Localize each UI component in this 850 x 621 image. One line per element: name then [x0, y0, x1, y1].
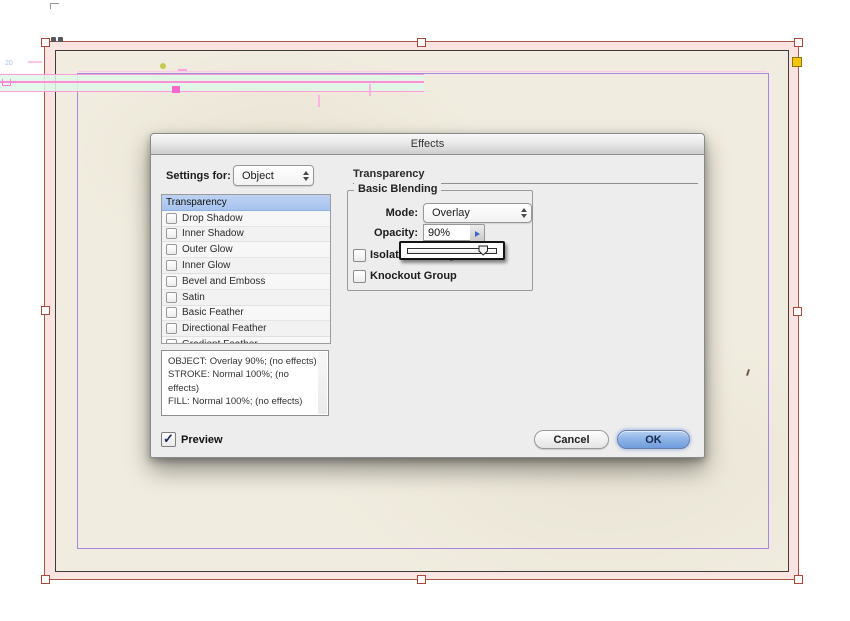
guide-mark: [318, 95, 320, 107]
effects-list-item[interactable]: Gradient Feather: [162, 337, 330, 344]
effect-label: Bevel and Emboss: [182, 276, 265, 287]
effect-label: Transparency: [166, 197, 227, 208]
summary-line: OBJECT: Overlay 90%; (no effects): [168, 355, 322, 368]
effects-list-item[interactable]: Bevel and Emboss: [162, 274, 330, 290]
guide-mark: [160, 63, 166, 69]
effect-label: Inner Shadow: [182, 228, 244, 239]
effect-checkbox[interactable]: [166, 244, 177, 255]
effect-label: Directional Feather: [182, 323, 266, 334]
effect-label: Inner Glow: [182, 260, 230, 271]
handle-bottom-right[interactable]: [794, 575, 803, 584]
effects-list-item[interactable]: Outer Glow: [162, 242, 330, 258]
effect-checkbox[interactable]: [166, 307, 177, 318]
dialog-title: Effects: [411, 138, 444, 150]
guide-line: [0, 81, 424, 83]
effect-label: Basic Feather: [182, 307, 244, 318]
effect-checkbox[interactable]: [166, 260, 177, 271]
arrow-right-icon: [475, 231, 480, 237]
stepper-icon: [521, 208, 527, 218]
effects-list-item[interactable]: Directional Feather: [162, 321, 330, 337]
guide-mark: [172, 86, 180, 93]
ruler-artifact: 20: [5, 60, 13, 67]
effect-checkbox[interactable]: [166, 323, 177, 334]
settings-for-dropdown[interactable]: Object: [233, 165, 314, 186]
guide-line: [0, 74, 424, 75]
effects-list-item[interactable]: Satin: [162, 290, 330, 306]
guide-mark: [2, 79, 11, 86]
effect-checkbox[interactable]: [166, 276, 177, 287]
effect-label: Drop Shadow: [182, 213, 243, 224]
guide-mark: [28, 61, 42, 63]
cancel-button[interactable]: Cancel: [534, 430, 609, 449]
effect-label: Outer Glow: [182, 244, 233, 255]
isolate-blending-checkbox[interactable]: [353, 249, 366, 262]
handle-bottom-center[interactable]: [417, 575, 426, 584]
handle-top-right[interactable]: [794, 38, 803, 47]
basic-blending-legend: Basic Blending: [354, 183, 441, 195]
guide-halo-line: [78, 71, 767, 72]
handle-top-left[interactable]: [41, 38, 50, 47]
handle-middle-right[interactable]: [793, 307, 802, 316]
effects-list-item[interactable]: Inner Shadow: [162, 227, 330, 243]
effects-dialog: Effects Settings for: Object Transparenc…: [150, 133, 705, 458]
effect-label: Satin: [182, 292, 205, 303]
guide-mark: [369, 84, 371, 96]
ok-button[interactable]: OK: [617, 430, 690, 449]
mode-value: Overlay: [432, 207, 470, 219]
effects-list-item[interactable]: Drop Shadow: [162, 211, 330, 227]
settings-for-label: Settings for:: [166, 170, 231, 182]
opacity-slider-popover: [399, 241, 505, 260]
panel-heading: Transparency: [353, 168, 425, 180]
knockout-group-label: Knockout Group: [370, 270, 457, 282]
settings-for-value: Object: [242, 170, 274, 182]
mode-dropdown[interactable]: Overlay: [423, 203, 532, 223]
dialog-titlebar[interactable]: Effects: [151, 134, 704, 155]
knockout-group-checkbox[interactable]: [353, 270, 366, 283]
effect-label: Gradient Feather: [182, 339, 258, 344]
guide-mark: [178, 69, 187, 71]
effect-checkbox[interactable]: [166, 339, 177, 344]
preview-label: Preview: [181, 434, 223, 446]
effects-summary-box: OBJECT: Overlay 90%; (no effects)STROKE:…: [161, 350, 329, 416]
opacity-label: Opacity:: [353, 227, 418, 239]
ruler-corner-mark: [50, 3, 59, 9]
effects-list-item[interactable]: Basic Feather: [162, 306, 330, 322]
opacity-slider-knob[interactable]: [478, 245, 489, 256]
cancel-button-label: Cancel: [553, 434, 589, 446]
corner-edit-handle[interactable]: [792, 57, 802, 67]
checkmark-icon: ✓: [163, 432, 174, 445]
document-canvas: 20 Effects Settings for: Object Transpar…: [0, 0, 850, 621]
preview-checkbox[interactable]: ✓: [161, 432, 176, 447]
handle-middle-left[interactable]: [41, 306, 50, 315]
effects-list: Transparency Drop Shadow Inner Shadow Outer…: [161, 194, 331, 344]
stepper-icon: [303, 171, 309, 181]
effect-checkbox[interactable]: [166, 228, 177, 239]
summary-line: STROKE: Normal 100%; (no effects): [168, 368, 322, 395]
effects-list-item[interactable]: Transparency: [162, 195, 330, 211]
effect-checkbox[interactable]: [166, 292, 177, 303]
opacity-input[interactable]: [423, 224, 475, 241]
effects-list-item[interactable]: Inner Glow: [162, 258, 330, 274]
summary-line: FILL: Normal 100%; (no effects): [168, 395, 322, 408]
guide-line: [0, 91, 424, 92]
handle-top-center[interactable]: [417, 38, 426, 47]
handle-bottom-left[interactable]: [41, 575, 50, 584]
mode-label: Mode:: [353, 207, 418, 219]
transform-anchor-icon: [51, 37, 63, 42]
guide-mint-band: [0, 75, 424, 92]
ok-button-label: OK: [645, 434, 662, 446]
scrollbar-track[interactable]: [318, 352, 327, 414]
effect-checkbox[interactable]: [166, 213, 177, 224]
